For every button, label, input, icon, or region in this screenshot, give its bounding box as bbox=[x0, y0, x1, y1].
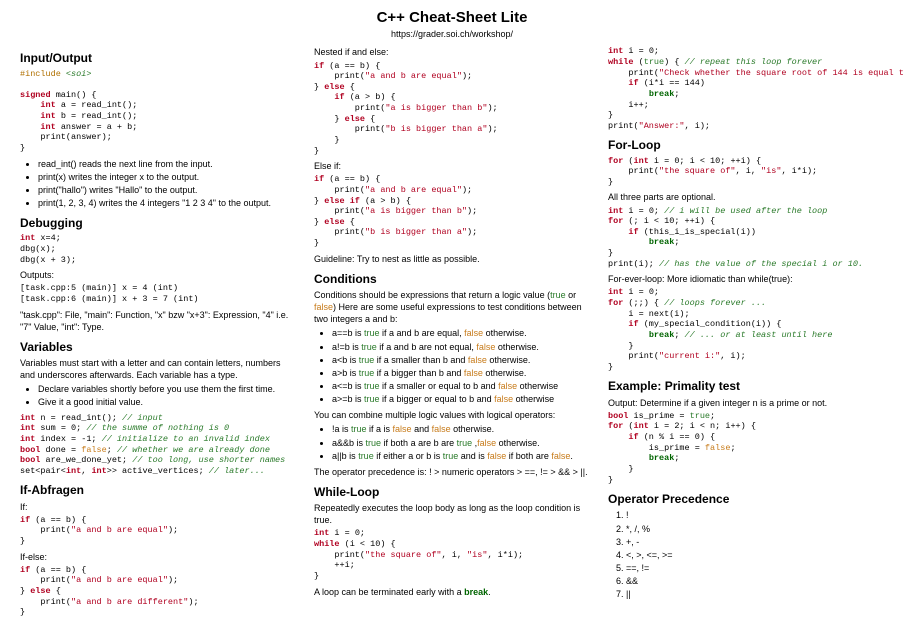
list-item: a>=b is true if a bigger or equal to b a… bbox=[332, 393, 590, 405]
list-item: read_int() reads the next line from the … bbox=[38, 158, 296, 170]
code-ifelse: if (a == b) { print("a and b are equal")… bbox=[20, 565, 296, 618]
heading-primality: Example: Primality test bbox=[608, 378, 884, 394]
combine-intro: You can combine multiple logic values wi… bbox=[314, 409, 590, 421]
code-primality: bool is_prime = true; for (int i = 2; i … bbox=[608, 411, 884, 485]
while-break: A loop can be terminated early with a br… bbox=[314, 586, 590, 598]
heading-while: While-Loop bbox=[314, 484, 590, 500]
list-item: print(x) writes the integer x to the out… bbox=[38, 171, 296, 183]
column-3: int i = 0; while (true) { // repeat this… bbox=[608, 44, 884, 621]
code-for: for (int i = 0; i < 10; ++i) { print("th… bbox=[608, 156, 884, 188]
code-while: int i = 0; while (i < 10) { print("the s… bbox=[314, 528, 590, 581]
io-list: read_int() reads the next line from the … bbox=[38, 158, 296, 210]
list-item: a<=b is true if a smaller or equal to b … bbox=[332, 380, 590, 392]
column-1: Input/Output #include <soi> signed main(… bbox=[20, 44, 296, 621]
heading-for: For-Loop bbox=[608, 137, 884, 153]
conditions-list: a==b is true if a and b are equal, false… bbox=[332, 327, 590, 405]
list-item: <, >, <=, >= bbox=[626, 549, 884, 561]
precedence-note: The operator precedence is: ! > numeric … bbox=[314, 466, 590, 478]
list-item: +, - bbox=[626, 536, 884, 548]
debug-output: [task.cpp:5 (main)] x = 4 (int) [task.cp… bbox=[20, 283, 296, 304]
outputs-label: Outputs: bbox=[20, 269, 296, 281]
variables-intro: Variables must start with a letter and c… bbox=[20, 357, 296, 381]
list-item: !a is true if a is false and false other… bbox=[332, 423, 590, 435]
operator-list: ! *, /, % +, - <, >, <=, >= ==, != && || bbox=[626, 509, 884, 600]
code-forever: int i = 0; for (;;) { // loops forever .… bbox=[608, 287, 884, 372]
code-for-partial: int i = 0; // i will be used after the l… bbox=[608, 206, 884, 270]
list-item: *, /, % bbox=[626, 523, 884, 535]
list-item: ! bbox=[626, 509, 884, 521]
page-title: C++ Cheat-Sheet Lite bbox=[20, 8, 884, 28]
list-item: a&&b is true if both a are b are true ,f… bbox=[332, 437, 590, 449]
code-while-true: int i = 0; while (true) { // repeat this… bbox=[608, 46, 884, 131]
column-2: Nested if and else: if (a == b) { print(… bbox=[314, 44, 590, 621]
heading-if: If-Abfragen bbox=[20, 482, 296, 498]
list-item: print(1, 2, 3, 4) writes the 4 integers … bbox=[38, 197, 296, 209]
columns: Input/Output #include <soi> signed main(… bbox=[20, 44, 884, 621]
list-item: Declare variables shortly before you use… bbox=[38, 383, 296, 395]
list-item: Give it a good initial value. bbox=[38, 396, 296, 408]
combine-list: !a is true if a is false and false other… bbox=[332, 423, 590, 461]
conditions-intro: Conditions should be expressions that re… bbox=[314, 289, 590, 325]
code-variables: int n = read_int(); // input int sum = 0… bbox=[20, 413, 296, 477]
list-item: ==, != bbox=[626, 562, 884, 574]
code-include: #include <soi> signed main() { int a = r… bbox=[20, 69, 296, 154]
variables-list: Declare variables shortly before you use… bbox=[38, 383, 296, 408]
while-intro: Repeatedly executes the loop body as lon… bbox=[314, 502, 590, 526]
nested-label: Nested if and else: bbox=[314, 46, 590, 58]
list-item: a||b is true if either a or b is true an… bbox=[332, 450, 590, 462]
nesting-guideline: Guideline: Try to nest as little as poss… bbox=[314, 253, 590, 265]
list-item: || bbox=[626, 588, 884, 600]
list-item: a>b is true if a bigger than b and false… bbox=[332, 367, 590, 379]
list-item: a==b is true if a and b are equal, false… bbox=[332, 327, 590, 339]
code-elseif: if (a == b) { print("a and b are equal")… bbox=[314, 174, 590, 248]
page-url: https://grader.soi.ch/workshop/ bbox=[20, 28, 884, 40]
list-item: print("hallo") writes "Hallo" to the out… bbox=[38, 184, 296, 196]
debug-expl: "task.cpp": File, "main": Function, "x" … bbox=[20, 309, 296, 333]
code-if: if (a == b) { print("a and b are equal")… bbox=[20, 515, 296, 547]
heading-debug: Debugging bbox=[20, 215, 296, 231]
code-nested: if (a == b) { print("a and b are equal")… bbox=[314, 61, 590, 157]
elseif-label: Else if: bbox=[314, 160, 590, 172]
list-item: a<b is true if a smaller than b and fals… bbox=[332, 354, 590, 366]
if-label: If: bbox=[20, 501, 296, 513]
code-debug: int x=4; dbg(x); dbg(x + 3); bbox=[20, 233, 296, 265]
heading-operator-precedence: Operator Precedence bbox=[608, 491, 884, 507]
heading-conditions: Conditions bbox=[314, 271, 590, 287]
heading-variables: Variables bbox=[20, 339, 296, 355]
forever-intro: For-ever-loop: More idiomatic than while… bbox=[608, 273, 884, 285]
list-item: && bbox=[626, 575, 884, 587]
list-item: a!=b is true if a and b are not equal, f… bbox=[332, 341, 590, 353]
ifelse-label: If-else: bbox=[20, 551, 296, 563]
for-optional: All three parts are optional. bbox=[608, 191, 884, 203]
heading-io: Input/Output bbox=[20, 50, 296, 66]
primality-intro: Output: Determine if a given integer n i… bbox=[608, 397, 884, 409]
